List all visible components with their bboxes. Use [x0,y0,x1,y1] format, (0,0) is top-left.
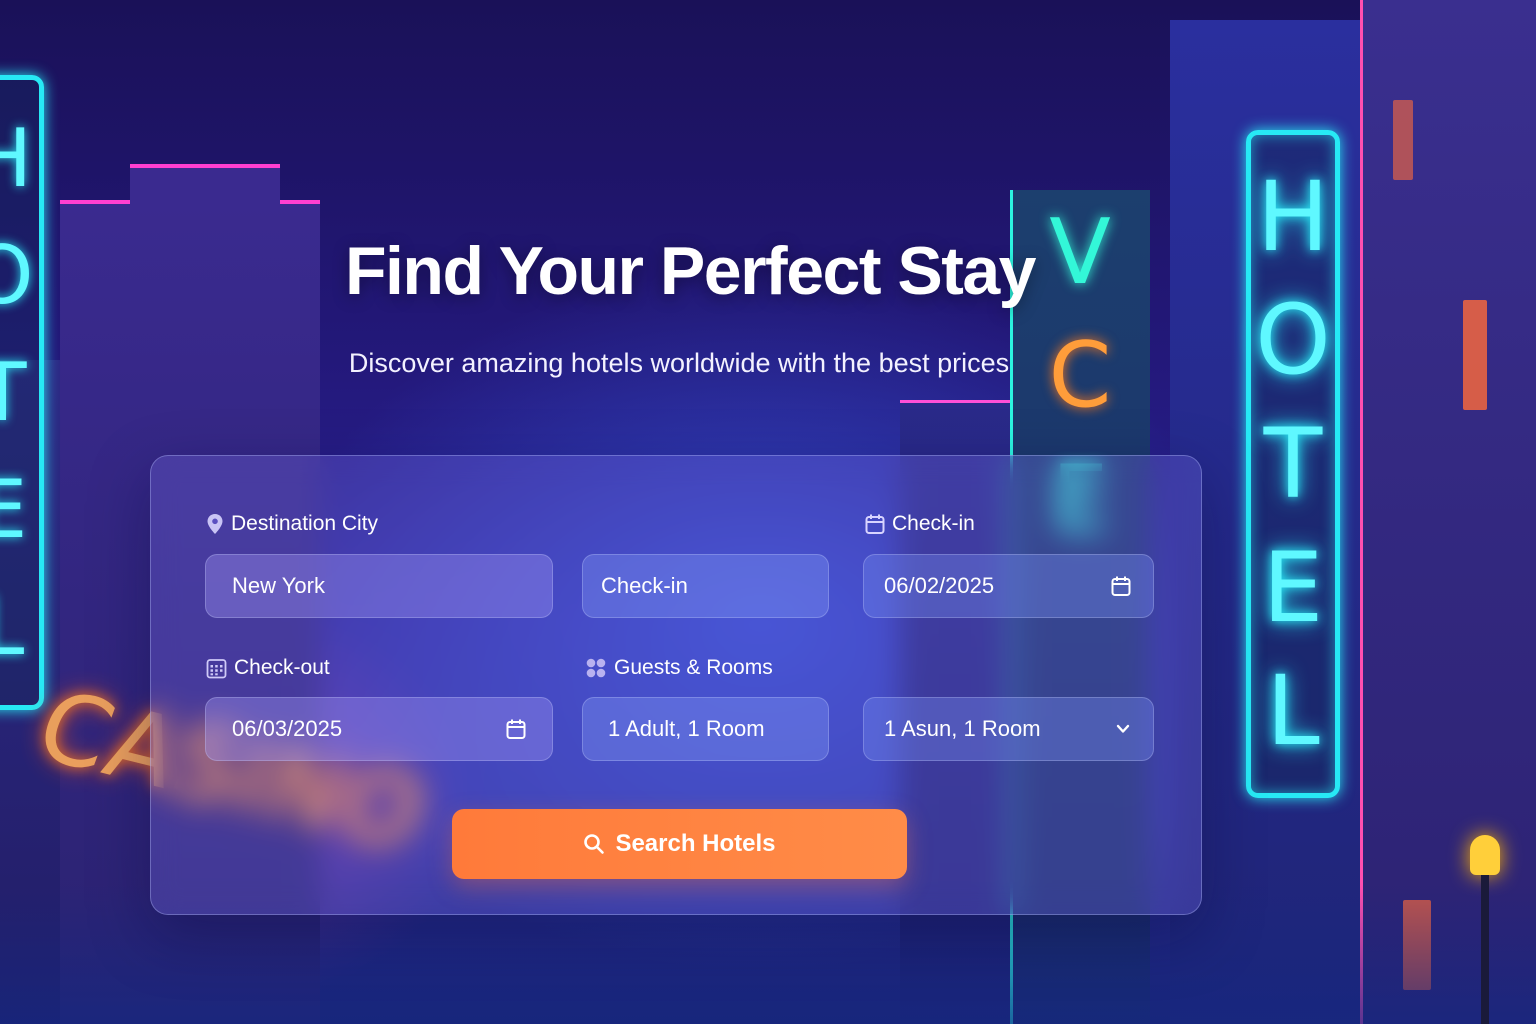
page-title: Find Your Perfect Stay [345,233,1037,309]
guests-rooms-select[interactable]: 1 Asun, 1 Room [863,697,1154,761]
destination-label-text: Destination City [231,512,379,535]
guests-label-text: Guests & Rooms [614,656,773,679]
neon-hotel-sign-left: H O T E L [0,75,44,710]
checkout-label-text: Check-out [234,656,330,679]
destination-value: New York [232,573,325,598]
checkin-select[interactable]: Check-in [582,554,829,618]
search-icon [583,833,605,855]
checkin-date-value: 06/02/2025 [884,573,995,598]
checkin-date-input[interactable]: 06/02/2025 [863,554,1154,618]
calendar-icon [865,513,885,535]
guests-value: 1 Adult, 1 Room [608,716,765,741]
guests-rooms-select-value: 1 Asun, 1 Room [884,716,1041,741]
street-lamp-pole [1481,875,1489,1024]
destination-input[interactable]: New York [205,554,553,618]
checkin-select-value: Check-in [601,573,688,598]
destination-label: Destination City [206,512,378,536]
checkin-label: Check-in [865,512,975,536]
checkout-date-input[interactable]: 06/03/2025 [205,697,553,761]
neon-hotel-sign-right: H O T E L [1246,130,1340,798]
checkout-label: Check-out [206,656,330,680]
map-pin-icon [206,513,224,535]
calendar-icon[interactable] [1111,575,1131,597]
page-subtitle: Discover amazing hotels worldwide with t… [348,348,1010,378]
search-hotels-button[interactable]: Search Hotels [452,809,907,879]
guests-icon [585,657,607,679]
guests-input[interactable]: 1 Adult, 1 Room [582,697,829,761]
search-hotels-label: Search Hotels [615,830,776,857]
building [1360,0,1536,1024]
checkout-date-value: 06/03/2025 [232,716,343,741]
guests-label: Guests & Rooms [585,656,773,680]
street-lamp [1470,835,1500,875]
checkin-label-text: Check-in [892,512,975,535]
calendar-icon[interactable] [506,718,526,740]
calendar-grid-icon [206,657,227,679]
chevron-down-icon[interactable] [1115,723,1131,735]
